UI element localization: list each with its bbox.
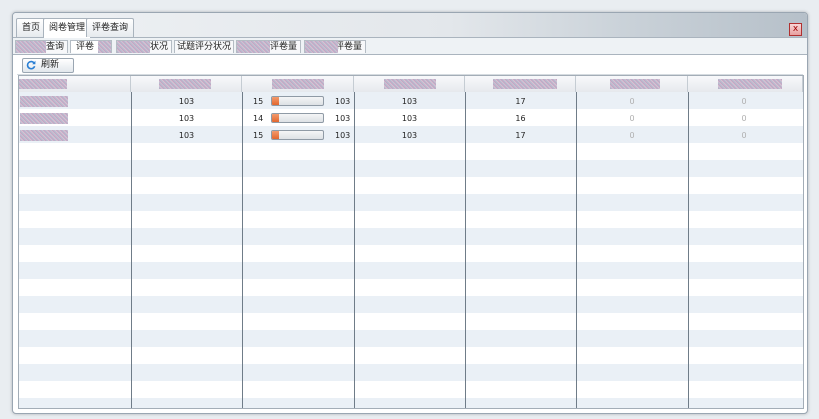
tab-home[interactable]: 首页 bbox=[16, 18, 47, 37]
count-cell: 0 bbox=[741, 97, 747, 106]
redacted-text bbox=[16, 41, 46, 53]
count-cell: 17 bbox=[515, 131, 526, 140]
column-header[interactable] bbox=[242, 76, 354, 92]
total-cell: 103 bbox=[178, 97, 195, 106]
main-window: 首页 阅卷管理 评卷查询 x 查询 评卷 状况 试题评分状况 评卷量 评卷量 刷… bbox=[12, 12, 808, 414]
redacted-text bbox=[305, 41, 338, 53]
refresh-button-label: 刷新 bbox=[41, 60, 60, 70]
subtab-query-label: 查询 bbox=[45, 42, 64, 52]
redacted-text bbox=[718, 79, 782, 89]
subtab-status-label: 状况 bbox=[149, 42, 168, 52]
subtab-grading[interactable]: 评卷 bbox=[70, 40, 112, 53]
column-header[interactable] bbox=[131, 76, 242, 92]
column-header[interactable] bbox=[19, 76, 131, 92]
data-grid: 103 15 103 103 17 0 0 103 14 103 103 16 … bbox=[18, 75, 804, 409]
progress-bar bbox=[271, 96, 324, 106]
row-stripe bbox=[19, 364, 803, 381]
redacted-text bbox=[237, 41, 270, 53]
redacted-text bbox=[19, 79, 67, 89]
tab-home-label: 首页 bbox=[22, 23, 41, 33]
redacted-text bbox=[493, 79, 557, 89]
refresh-button[interactable]: 刷新 bbox=[22, 58, 74, 73]
redacted-text bbox=[272, 79, 324, 89]
count-cell: 0 bbox=[741, 131, 747, 140]
column-header[interactable] bbox=[576, 76, 688, 92]
row-stripe bbox=[19, 398, 803, 408]
progress-total: 103 bbox=[335, 114, 351, 123]
count-cell: 0 bbox=[741, 114, 747, 123]
progress-total: 103 bbox=[335, 97, 351, 106]
progress-count: 15 bbox=[253, 131, 264, 140]
tab-grading-management-label: 阅卷管理 bbox=[49, 23, 86, 33]
tab-grading-query-label: 评卷查询 bbox=[92, 23, 129, 33]
subtab-question-score-status[interactable]: 试题评分状况 bbox=[174, 40, 234, 53]
refresh-icon bbox=[26, 60, 36, 70]
tab-grading-management[interactable]: 阅卷管理 bbox=[43, 18, 92, 38]
row-stripe bbox=[19, 296, 803, 313]
column-header[interactable] bbox=[465, 76, 576, 92]
count-cell: 0 bbox=[629, 97, 635, 106]
row-stripe bbox=[19, 347, 803, 364]
total-cell: 103 bbox=[178, 114, 195, 123]
count-cell: 103 bbox=[401, 114, 418, 123]
progress-bar bbox=[271, 130, 324, 140]
progress-fill bbox=[272, 97, 280, 105]
count-cell: 103 bbox=[401, 97, 418, 106]
column-header[interactable] bbox=[354, 76, 465, 92]
redacted-text bbox=[117, 41, 150, 53]
sub-tab-bar: 查询 评卷 状况 试题评分状况 评卷量 评卷量 bbox=[13, 38, 807, 55]
subtab-grading-volume-1-label: 评卷量 bbox=[269, 42, 297, 52]
redacted-text bbox=[20, 113, 68, 124]
progress-count: 14 bbox=[253, 114, 264, 123]
count-cell: 103 bbox=[401, 131, 418, 140]
row-stripe bbox=[19, 177, 803, 194]
row-stripe bbox=[19, 194, 803, 211]
progress-fill bbox=[272, 131, 280, 139]
column-divider bbox=[242, 92, 243, 408]
row-stripe bbox=[19, 262, 803, 279]
subtab-status[interactable]: 状况 bbox=[116, 40, 172, 53]
row-stripe bbox=[19, 313, 803, 330]
subtab-grading-volume-2-label: 评卷量 bbox=[334, 42, 362, 52]
progress-fill bbox=[272, 114, 279, 122]
row-stripe bbox=[19, 381, 803, 398]
row-stripe bbox=[19, 143, 803, 160]
toolbar: 刷新 bbox=[17, 56, 803, 75]
row-stripe bbox=[19, 245, 803, 262]
redacted-text bbox=[98, 41, 111, 53]
subtab-grading-volume-2[interactable]: 评卷量 bbox=[304, 40, 366, 53]
grid-header bbox=[19, 76, 803, 93]
count-cell: 16 bbox=[515, 114, 526, 123]
redacted-text bbox=[20, 130, 68, 141]
subtab-grading-volume-1[interactable]: 评卷量 bbox=[236, 40, 301, 53]
close-icon[interactable]: x bbox=[789, 23, 802, 36]
redacted-text bbox=[20, 96, 68, 107]
count-cell: 0 bbox=[629, 131, 635, 140]
subtab-question-score-status-label: 试题评分状况 bbox=[176, 42, 231, 52]
progress-total: 103 bbox=[335, 131, 351, 140]
tab-bar: 首页 阅卷管理 评卷查询 x bbox=[13, 13, 807, 38]
subtab-grading-label: 评卷 bbox=[76, 42, 95, 52]
progress-bar bbox=[271, 113, 324, 123]
subtab-query[interactable]: 查询 bbox=[15, 40, 68, 53]
row-stripe bbox=[19, 211, 803, 228]
count-cell: 17 bbox=[515, 97, 526, 106]
progress-count: 15 bbox=[253, 97, 264, 106]
row-stripe bbox=[19, 160, 803, 177]
redacted-text bbox=[384, 79, 436, 89]
row-stripe bbox=[19, 279, 803, 296]
redacted-text bbox=[159, 79, 211, 89]
tab-grading-query[interactable]: 评卷查询 bbox=[86, 18, 135, 37]
total-cell: 103 bbox=[178, 131, 195, 140]
column-header[interactable] bbox=[688, 76, 803, 92]
row-stripe bbox=[19, 330, 803, 347]
redacted-text bbox=[610, 79, 660, 89]
close-icon-glyph: x bbox=[792, 24, 799, 34]
count-cell: 0 bbox=[629, 114, 635, 123]
row-stripe bbox=[19, 228, 803, 245]
